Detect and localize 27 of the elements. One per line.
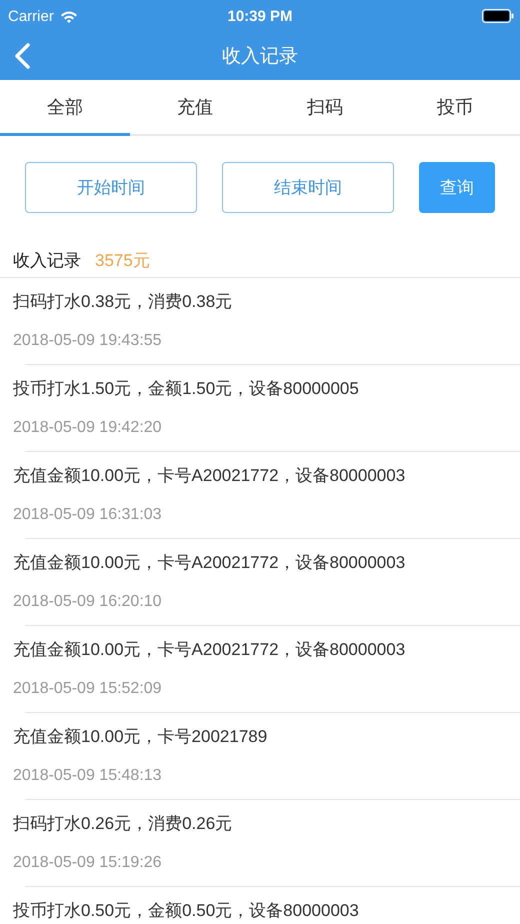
record-description: 投币打水1.50元，金额1.50元，设备80000005 bbox=[13, 378, 360, 400]
back-button[interactable] bbox=[14, 43, 30, 69]
record-description: 充值金额10.00元，卡号20021789 bbox=[13, 726, 268, 748]
record-description: 充值金额10.00元，卡号A20021772，设备80000003 bbox=[13, 552, 406, 574]
record-time: 2018-05-09 19:42:20 bbox=[13, 419, 163, 437]
record-description: 充值金额10.00元，卡号A20021772，设备80000003 bbox=[13, 639, 406, 661]
clock-time: 10:39 PM bbox=[227, 8, 293, 24]
carrier-label: Carrier bbox=[8, 8, 54, 24]
tab[interactable]: 充值 bbox=[130, 80, 260, 136]
record-time: 2018-05-09 16:31:03 bbox=[13, 506, 163, 524]
record-time: 2018-05-09 15:52:09 bbox=[13, 680, 163, 698]
tab[interactable]: 投币 bbox=[390, 80, 520, 136]
page-title: 收入记录 bbox=[222, 45, 298, 69]
section-label: 收入记录 bbox=[13, 250, 81, 272]
record-time: 2018-05-09 16:20:10 bbox=[13, 593, 163, 611]
tab[interactable]: 全部 bbox=[0, 80, 130, 136]
record-time: 2018-05-09 15:19:26 bbox=[13, 854, 163, 872]
record-description: 充值金额10.00元，卡号A20021772，设备80000003 bbox=[13, 465, 406, 487]
record-description: 扫码打水0.26元，消费0.26元 bbox=[13, 813, 234, 835]
record-description: 投币打水0.50元，金额0.50元，设备80000003 bbox=[13, 900, 360, 922]
income-total: 3575元 bbox=[95, 250, 150, 272]
battery-icon bbox=[482, 9, 514, 23]
wifi-icon bbox=[60, 10, 78, 22]
tab[interactable]: 扫码 bbox=[260, 80, 390, 136]
record-description: 扫码打水0.38元，消费0.38元 bbox=[13, 291, 234, 313]
record-time: 2018-05-09 19:43:55 bbox=[13, 332, 163, 350]
record-time: 2018-05-09 15:48:13 bbox=[13, 767, 163, 785]
